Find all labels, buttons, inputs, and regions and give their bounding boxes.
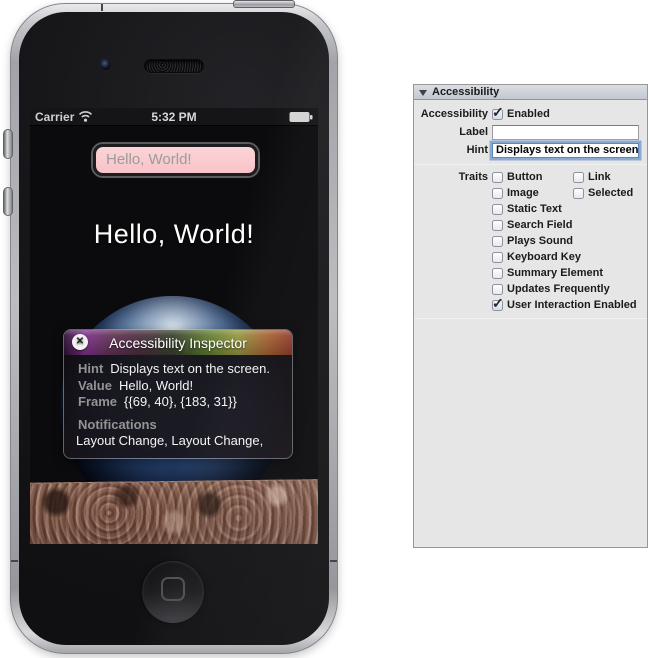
traits-label: Traits: [414, 171, 488, 183]
trait-row: Static Text: [414, 201, 647, 217]
checkbox-selected[interactable]: [573, 188, 584, 199]
trait-row: Plays Sound: [414, 233, 647, 249]
hello-text-field-value: Hello, World!: [106, 151, 192, 168]
hint-field-label: Hint: [414, 144, 488, 156]
traits-section: Traits Button Link Image Selected Static…: [414, 165, 647, 318]
band-seam: [101, 4, 103, 11]
trait-row: Image Selected: [414, 185, 647, 201]
inspector-row-frame: Frame{{69, 40}, {183, 31}}: [78, 394, 284, 411]
checkbox-user-interaction-enabled[interactable]: [492, 300, 503, 311]
band-seam: [330, 560, 337, 562]
hint-input[interactable]: Displays text on the screen.: [492, 143, 639, 158]
iphone-device-frame: Carrier 5:32 PM: [10, 3, 338, 654]
volume-up-button[interactable]: [3, 129, 13, 159]
hello-text-field[interactable]: Hello, World!: [93, 144, 258, 176]
panel-header[interactable]: Accessibility: [414, 85, 647, 100]
wifi-icon: [78, 111, 93, 122]
checkbox-static-text[interactable]: [492, 204, 503, 215]
carrier-label: Carrier: [35, 110, 74, 124]
notifications-label: Notifications: [78, 417, 284, 434]
trait-row: Summary Element: [414, 265, 647, 281]
home-button-square-icon: [161, 577, 185, 601]
trait-row: Updates Frequently: [414, 281, 647, 297]
checkbox-plays-sound[interactable]: [492, 236, 503, 247]
checkbox-enabled[interactable]: [492, 109, 503, 120]
volume-down-button[interactable]: [3, 187, 13, 216]
checkbox-image[interactable]: [492, 188, 503, 199]
status-bar: Carrier 5:32 PM: [30, 108, 318, 126]
checkbox-search-field[interactable]: [492, 220, 503, 231]
clock-label: 5:32 PM: [151, 110, 196, 124]
accessibility-inspector-overlay: ✕ Accessibility Inspector HintDisplays t…: [63, 329, 293, 459]
battery-icon: [289, 111, 313, 123]
hint-field-row: Hint Displays text on the screen.: [414, 141, 647, 159]
inspector-title-bar[interactable]: ✕ Accessibility Inspector: [64, 330, 292, 355]
earpiece-speaker-icon: [144, 59, 204, 73]
screenshot-root: Carrier 5:32 PM: [0, 0, 649, 658]
label-input[interactable]: [492, 125, 639, 140]
front-camera-icon: [99, 58, 112, 71]
panel-header-title: Accessibility: [432, 86, 499, 98]
disclosure-triangle-icon[interactable]: [419, 90, 427, 96]
inspector-row-value: ValueHello, World!: [78, 378, 284, 395]
inspector-title: Accessibility Inspector: [109, 335, 247, 351]
notifications-value: Layout Change, Layout Change,: [76, 433, 284, 450]
checkbox-button[interactable]: [492, 172, 503, 183]
trait-row: Traits Button Link: [414, 169, 647, 185]
checkbox-summary-element[interactable]: [492, 268, 503, 279]
simulator-screen: Carrier 5:32 PM: [30, 108, 318, 544]
inspector-row-hint: HintDisplays text on the screen.: [78, 361, 284, 378]
checkbox-keyboard-key[interactable]: [492, 252, 503, 263]
section-divider: [414, 318, 647, 319]
power-button[interactable]: [233, 0, 295, 8]
trait-row: User Interaction Enabled: [414, 297, 647, 313]
inspector-body: HintDisplays text on the screen. ValueHe…: [64, 355, 292, 459]
accessibility-inspector-panel: Accessibility Accessibility Enabled Labe…: [413, 84, 648, 548]
home-button[interactable]: [142, 561, 204, 623]
enabled-label: Enabled: [507, 108, 550, 120]
moon-surface-image: [30, 479, 318, 544]
accessibility-enabled-row: Accessibility Enabled: [414, 105, 647, 123]
band-seam: [11, 560, 18, 562]
label-field-row: Label: [414, 123, 647, 141]
checkbox-updates-frequently[interactable]: [492, 284, 503, 295]
trait-row: Keyboard Key: [414, 249, 647, 265]
checkbox-link[interactable]: [573, 172, 584, 183]
accessibility-row-label: Accessibility: [414, 108, 488, 120]
close-icon[interactable]: ✕: [72, 334, 88, 350]
label-field-label: Label: [414, 126, 488, 138]
hello-world-label: Hello, World!: [30, 219, 318, 250]
trait-row: Search Field: [414, 217, 647, 233]
phone-front-glass: Carrier 5:32 PM: [19, 12, 329, 645]
